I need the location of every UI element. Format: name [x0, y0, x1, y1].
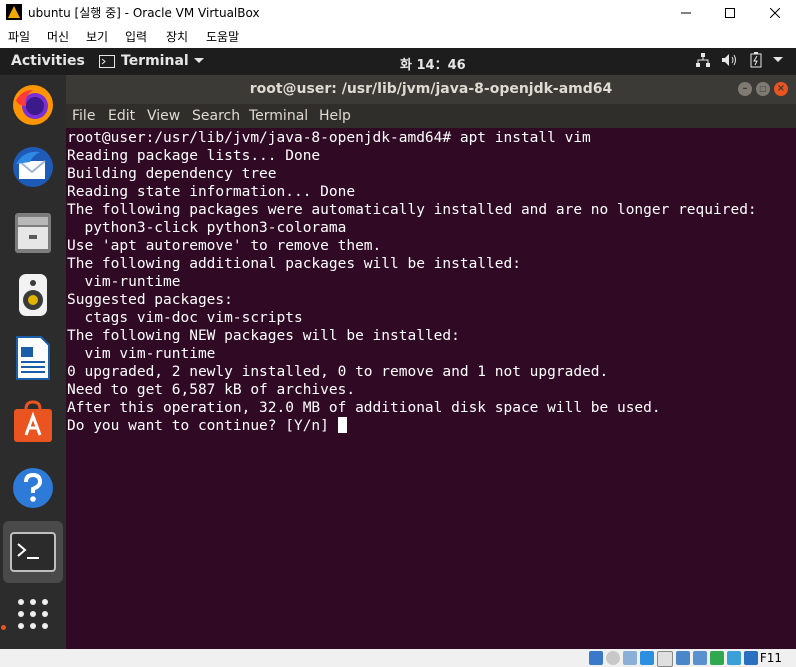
terminal-menu-help[interactable]: Help: [319, 108, 351, 124]
terminal-line: The following NEW packages will be insta…: [67, 328, 460, 344]
terminal-line: Building dependency tree: [67, 166, 277, 182]
dock-show-applications[interactable]: [7, 588, 59, 640]
terminal-line: ctags vim-doc vim-scripts: [67, 310, 303, 326]
usb-icon[interactable]: [657, 651, 673, 667]
clock[interactable]: 화 14：46: [400, 54, 466, 73]
terminal-line: Reading state information... Done: [67, 184, 356, 200]
maximize-button[interactable]: [707, 0, 753, 25]
optical-icon[interactable]: [606, 651, 620, 665]
terminal-line: root@user:/usr/lib/jvm/java-8-openjdk-am…: [67, 130, 591, 146]
running-indicator: [1, 625, 6, 630]
menu-view[interactable]: 보기: [86, 28, 108, 45]
dock-terminal[interactable]: [3, 521, 63, 583]
terminal-line: After this operation, 32.0 MB of additio…: [67, 400, 661, 416]
files-icon: [15, 213, 51, 253]
dock-writer[interactable]: [7, 332, 59, 384]
system-tray[interactable]: [695, 52, 783, 68]
dock-files[interactable]: [7, 206, 59, 258]
display-icon[interactable]: [693, 651, 707, 665]
terminal-icon: [10, 532, 56, 572]
terminal-line: Reading package lists... Done: [67, 148, 321, 164]
close-button[interactable]: [752, 0, 796, 25]
network-icon[interactable]: [640, 651, 654, 665]
menu-devices[interactable]: 장치: [166, 28, 188, 45]
terminal-menu-edit[interactable]: Edit: [108, 108, 135, 124]
terminal-menu-bar: File Edit View Search Terminal Help: [66, 104, 796, 128]
terminal-menu-view[interactable]: View: [147, 108, 180, 124]
writer-icon: [16, 336, 50, 380]
thunderbird-icon: [13, 147, 53, 187]
host-menu-bar: 파일 머신 보기 입력 장치 도움말: [0, 25, 796, 47]
network-icon: [696, 53, 710, 67]
menu-input[interactable]: 입력: [125, 28, 147, 45]
terminal-line: Suggested packages:: [67, 292, 233, 308]
terminal-window-title: root@user: /usr/lib/jvm/java-8-openjdk-a…: [249, 81, 613, 97]
terminal-close-button[interactable]: ×: [774, 82, 788, 96]
audio-icon[interactable]: [623, 651, 637, 665]
menu-machine[interactable]: 머신: [47, 28, 69, 45]
close-icon: ×: [776, 83, 786, 94]
volume-icon: [722, 54, 736, 66]
terminal-text: root@user:/usr/lib/jvm/java-8-openjdk-am…: [67, 129, 757, 435]
host-key-label: F11: [759, 651, 782, 665]
chevron-down-icon: [773, 57, 783, 62]
ubuntu-dock: [0, 75, 66, 649]
minimize-icon: –: [742, 83, 748, 94]
terminal-line: Use 'apt autoremove' to remove them.: [67, 238, 382, 254]
dock-software[interactable]: [7, 396, 59, 448]
close-icon: [770, 7, 780, 18]
terminal-menu-terminal[interactable]: Terminal: [249, 108, 308, 124]
apps-grid-icon: [18, 599, 48, 629]
dock-thunderbird[interactable]: [7, 141, 59, 193]
ubuntu-top-bar: Activities Terminal 화 14：46: [0, 48, 796, 75]
text-cursor: [337, 417, 347, 433]
maximize-icon: [725, 7, 735, 18]
terminal-maximize-button[interactable]: □: [756, 82, 770, 96]
terminal-line: 0 upgraded, 2 newly installed, 0 to remo…: [67, 364, 609, 380]
minimize-icon: [681, 12, 691, 13]
hdd-icon[interactable]: [589, 651, 603, 665]
activities-button[interactable]: Activities: [11, 53, 85, 69]
menu-file[interactable]: 파일: [8, 28, 30, 45]
terminal-line: vim-runtime: [67, 274, 181, 290]
dock-rhythmbox[interactable]: [7, 269, 59, 321]
rhythmbox-icon: [19, 274, 47, 316]
terminal-line: python3-click python3-colorama: [67, 220, 347, 236]
terminal-prompt: Do you want to continue? [Y/n]: [67, 418, 338, 434]
terminal-line: The following additional packages will b…: [67, 256, 521, 272]
app-menu-button[interactable]: Terminal: [99, 53, 204, 69]
keyboard-capture-icon[interactable]: [744, 651, 758, 665]
menu-help[interactable]: 도움말: [206, 28, 239, 45]
terminal-minimize-button[interactable]: –: [738, 82, 752, 96]
vbox-status-bar: F11: [0, 649, 796, 667]
recording-icon[interactable]: [710, 651, 724, 665]
chevron-down-icon: [193, 58, 204, 63]
shared-folder-icon[interactable]: [676, 651, 690, 665]
battery-icon: [750, 52, 762, 68]
terminal-line: Need to get 6,587 kB of archives.: [67, 382, 356, 398]
dock-help[interactable]: [7, 462, 59, 514]
terminal-app-icon: [99, 54, 115, 68]
terminal-title-bar[interactable]: root@user: /usr/lib/jvm/java-8-openjdk-a…: [66, 75, 796, 104]
firefox-icon: [13, 85, 53, 125]
help-icon: [13, 468, 53, 508]
terminal-line: The following packages were automaticall…: [67, 202, 757, 218]
maximize-icon: □: [759, 84, 767, 93]
terminal-menu-search[interactable]: Search: [192, 108, 240, 124]
app-menu-label: Terminal: [121, 53, 189, 69]
virtualbox-ubuntu-icon: [6, 4, 22, 20]
host-window-title: ubuntu [실행 중] - Oracle VM VirtualBox: [28, 6, 260, 20]
terminal-prompt-line[interactable]: Do you want to continue? [Y/n]: [67, 417, 757, 435]
terminal-menu-file[interactable]: File: [72, 108, 95, 124]
software-icon: [14, 400, 52, 442]
host-title-bar: ubuntu [실행 중] - Oracle VM VirtualBox: [0, 0, 796, 25]
mouse-integration-icon[interactable]: [727, 651, 741, 665]
terminal-output[interactable]: root@user:/usr/lib/jvm/java-8-openjdk-am…: [66, 128, 796, 649]
terminal-line: vim vim-runtime: [67, 346, 216, 362]
minimize-button[interactable]: [663, 0, 709, 25]
dock-firefox[interactable]: [7, 79, 59, 131]
